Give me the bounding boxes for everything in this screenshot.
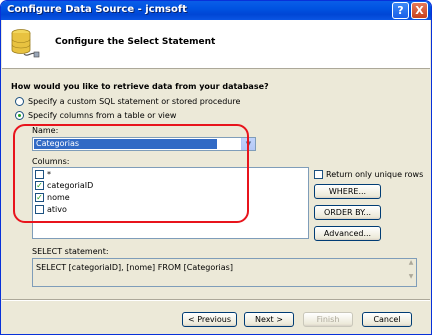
next-button[interactable]: Next > <box>244 312 294 327</box>
column-checkbox-checked[interactable]: ✓ <box>35 193 44 202</box>
footer-divider <box>2 299 430 301</box>
radio-columns-from-table[interactable]: Specify columns from a table or view <box>15 111 176 123</box>
previous-button[interactable]: < Previous <box>182 312 237 327</box>
select-statement-text: SELECT [categoriaID], [nome] FROM [Categ… <box>36 263 233 272</box>
scroll-down-icon[interactable]: ▼ <box>406 273 416 286</box>
select-statement-label: SELECT statement: <box>32 247 109 256</box>
unique-rows-option[interactable]: Return only unique rows <box>314 170 423 179</box>
column-item-nome[interactable]: ✓ nome <box>35 193 70 204</box>
columns-list[interactable]: * ✓ categoriaID ✓ nome ativo <box>32 167 309 239</box>
column-label: ativo <box>47 205 67 214</box>
select-statement-box[interactable]: SELECT [categoriaID], [nome] FROM [Categ… <box>32 258 417 287</box>
close-button[interactable]: X <box>411 2 428 19</box>
columns-label: Columns: <box>32 157 70 166</box>
unique-rows-checkbox[interactable] <box>314 170 323 179</box>
where-button[interactable]: WHERE... <box>314 184 381 199</box>
column-label: categoriaID <box>47 181 94 190</box>
column-item-categoriaid[interactable]: ✓ categoriaID <box>35 181 93 192</box>
cancel-button[interactable]: Cancel <box>362 312 412 327</box>
column-item-ativo[interactable]: ativo <box>35 205 67 216</box>
table-name-select[interactable]: Categorias ▼ <box>32 137 256 151</box>
column-checkbox-checked[interactable]: ✓ <box>35 181 44 190</box>
name-label: Name: <box>32 126 59 135</box>
window-title: Configure Data Source - jcmsoft <box>7 4 187 15</box>
scroll-up-icon[interactable]: ▲ <box>406 259 416 272</box>
retrieve-question: How would you like to retrieve data from… <box>11 82 269 91</box>
radio-custom-sql[interactable]: Specify a custom SQL statement or stored… <box>15 97 240 109</box>
help-button[interactable]: ? <box>392 2 409 19</box>
dialog-window: Configure Data Source - jcmsoft ? X Conf… <box>0 0 432 335</box>
radio-label: Specify columns from a table or view <box>28 111 177 120</box>
column-checkbox[interactable] <box>35 170 44 179</box>
column-item-star[interactable]: * <box>35 170 51 181</box>
advanced-button[interactable]: Advanced... <box>314 226 381 241</box>
finish-button[interactable]: Finish <box>303 312 353 327</box>
radio-label: Specify a custom SQL statement or stored… <box>28 97 241 106</box>
selected-table: Categorias <box>34 139 217 149</box>
column-label: nome <box>47 193 70 202</box>
order-by-button[interactable]: ORDER BY... <box>314 205 381 220</box>
radio-button-selected[interactable] <box>15 111 24 120</box>
wizard-header: Configure the Select Statement <box>2 20 430 69</box>
chevron-down-icon[interactable]: ▼ <box>241 138 255 150</box>
column-label: * <box>47 170 51 179</box>
page-title: Configure the Select Statement <box>55 37 216 47</box>
database-connection-icon <box>11 29 40 58</box>
column-checkbox[interactable] <box>35 205 44 214</box>
title-bar[interactable]: Configure Data Source - jcmsoft ? X <box>1 1 431 20</box>
unique-rows-label: Return only unique rows <box>326 170 424 179</box>
radio-button[interactable] <box>15 97 24 106</box>
